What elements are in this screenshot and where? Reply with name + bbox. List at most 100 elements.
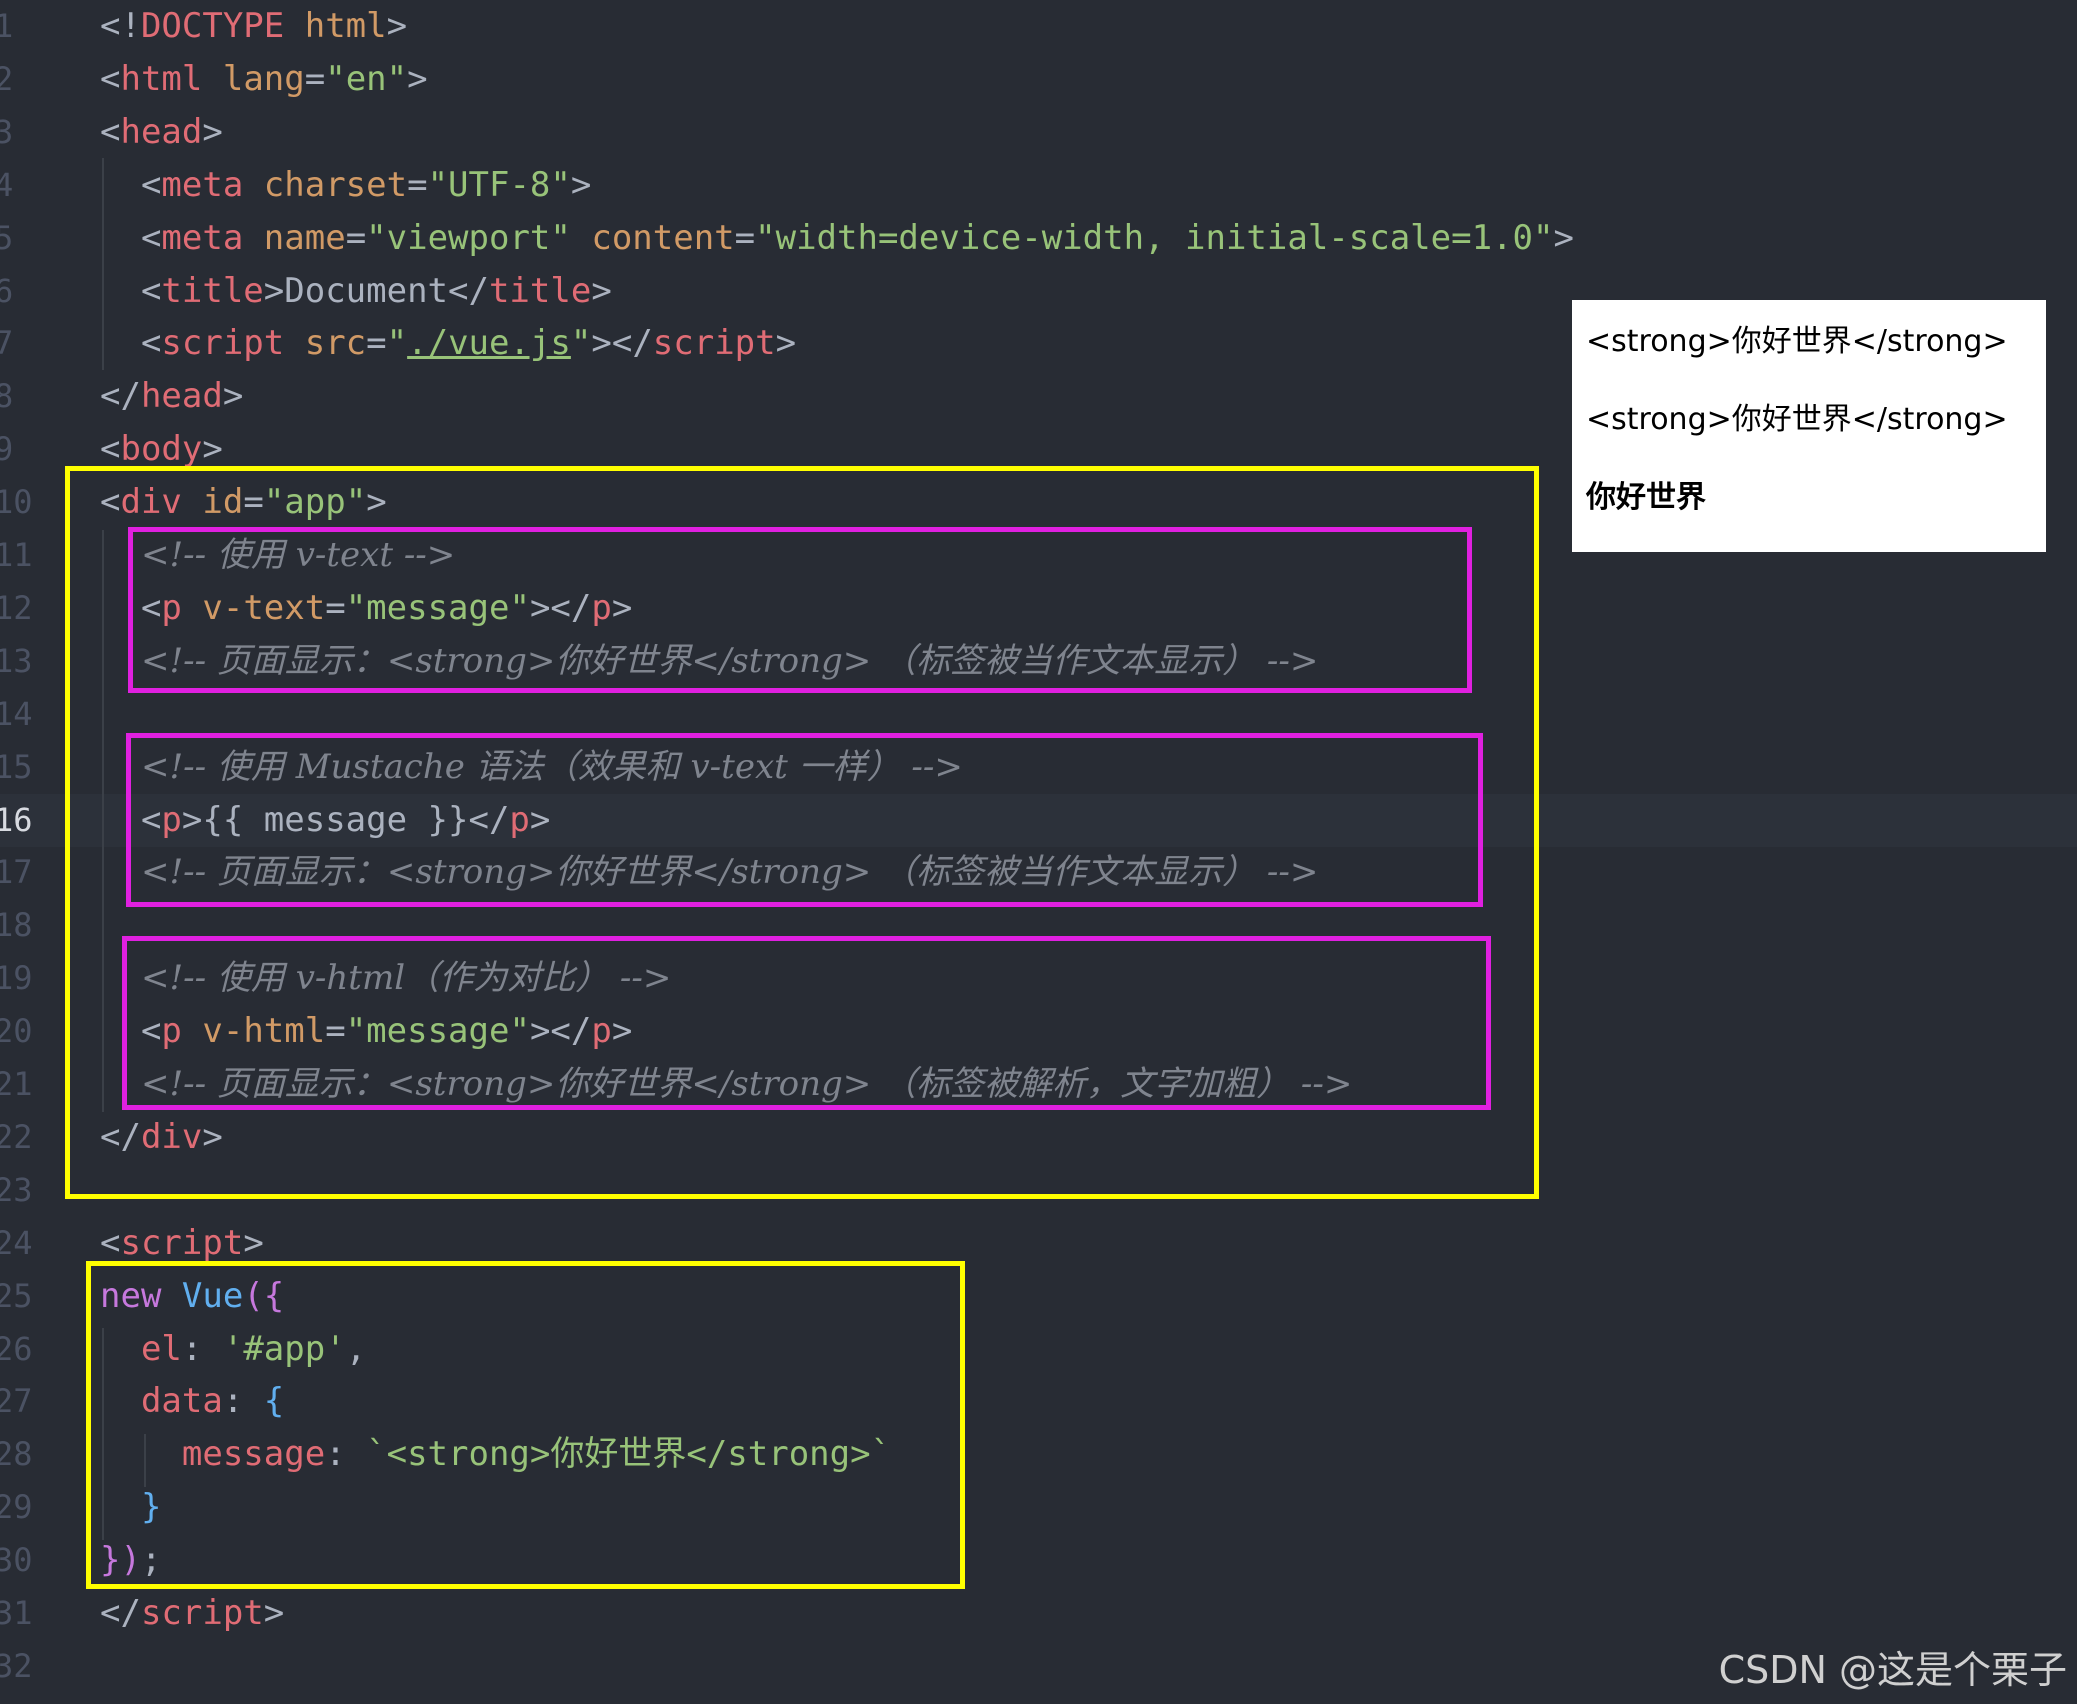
code-line-31[interactable]: 31 </script> (0, 1587, 2077, 1640)
line-number: 17 (0, 853, 33, 892)
code-line-1[interactable]: 1 <!DOCTYPE html> (0, 0, 2077, 53)
code-line-2[interactable]: 2 <html lang="en"> (0, 53, 2077, 106)
line-number: 14 (0, 694, 33, 733)
line-number: 20 (0, 1012, 33, 1051)
code-token: name (263, 217, 346, 258)
line-number: 7 (0, 324, 14, 363)
code-token: title (488, 270, 592, 311)
line-number: 10 (0, 483, 33, 522)
line-number: 31 (0, 1594, 33, 1632)
preview-mustache-output: <strong>你好世界</strong> (1586, 402, 2008, 437)
code-token: title (161, 270, 264, 311)
code-token: "viewport" (366, 217, 571, 258)
code-token: </ (100, 1593, 141, 1633)
code-token: content (591, 217, 735, 258)
code-token: script (120, 1222, 244, 1263)
code-token: = (366, 323, 387, 364)
code-token: ./vue.js (407, 323, 571, 364)
line-number: 5 (0, 218, 14, 257)
code-token: head (120, 111, 203, 152)
highlight-box-v-text (128, 527, 1472, 693)
line-number: 27 (0, 1382, 33, 1421)
code-token: > (775, 323, 797, 364)
code-token: < (100, 217, 162, 258)
code-text: <meta name="viewport" content="width=dev… (100, 212, 1574, 265)
code-token: >Document</ (263, 270, 489, 311)
code-text: <script src="./vue.js"></script> (100, 317, 796, 370)
line-number: 30 (0, 1541, 33, 1580)
code-text: <html lang="en"> (100, 53, 428, 106)
code-text: <title>Document</title> (100, 265, 612, 318)
code-token: < (100, 111, 121, 152)
line-number: 4 (0, 165, 14, 204)
line-number: 26 (0, 1329, 33, 1368)
highlight-box-vue-instance (86, 1261, 965, 1589)
code-line-4[interactable]: 4 <meta charset="UTF-8"> (0, 159, 2077, 212)
code-text: <meta charset="UTF-8"> (100, 159, 591, 212)
highlight-box-v-html (122, 936, 1491, 1110)
code-token: charset (263, 164, 408, 205)
code-token: < (100, 429, 121, 470)
code-token: = (345, 217, 367, 258)
watermark: CSDN @这是个栗子 (1718, 1648, 2067, 1692)
browser-preview-panel: <strong>你好世界</strong> <strong>你好世界</stro… (1572, 300, 2046, 552)
line-number: 23 (0, 1170, 33, 1209)
code-token: > (591, 270, 612, 311)
code-token: = (407, 164, 428, 205)
line-number: 24 (0, 1223, 33, 1262)
code-token: " (570, 323, 592, 364)
code-line-5[interactable]: 5 <meta name="viewport" content="width=d… (0, 212, 2077, 265)
code-token: > (202, 429, 223, 470)
code-token: lang (222, 58, 305, 99)
code-token: <! (100, 6, 141, 46)
line-number: 2 (0, 59, 14, 98)
code-text: <head> (100, 106, 223, 159)
code-token: > (407, 58, 428, 99)
code-token: "en" (325, 58, 408, 99)
line-number: 22 (0, 1117, 33, 1156)
code-token: > (222, 376, 244, 417)
code-token: < (100, 1222, 121, 1263)
preview-v-text-output: <strong>你好世界</strong> (1586, 324, 2008, 359)
code-line-3[interactable]: 3 <head> (0, 106, 2077, 159)
code-token: " (386, 323, 408, 364)
code-text: <!DOCTYPE html> (100, 0, 407, 53)
code-token: DOCTYPE (140, 6, 285, 46)
code-token: script (652, 323, 776, 364)
code-token: head (140, 376, 223, 417)
preview-v-html-output: 你好世界 (1586, 480, 1706, 515)
indent-guide-head (102, 158, 104, 370)
code-token: </ (100, 376, 141, 417)
code-token: > (263, 1593, 285, 1633)
code-token: > (202, 111, 223, 152)
line-number: 18 (0, 906, 33, 945)
line-number: 6 (0, 271, 14, 310)
line-number: 19 (0, 959, 33, 998)
code-token: > (1553, 217, 1574, 258)
line-number: 28 (0, 1435, 33, 1474)
line-number: 21 (0, 1065, 33, 1103)
code-token: < (100, 323, 162, 364)
code-token: = (734, 217, 756, 258)
code-token: "width=device-width, initial-scale=1.0" (755, 217, 1554, 258)
line-number: 29 (0, 1488, 33, 1527)
code-token: = (304, 58, 326, 99)
line-number: 3 (0, 112, 14, 151)
code-token: > (386, 6, 408, 46)
line-number: 8 (0, 377, 14, 416)
code-token: src (304, 323, 367, 364)
line-number: 15 (0, 747, 33, 786)
code-token: < (100, 58, 121, 99)
line-number: 13 (0, 641, 33, 680)
code-token: script (161, 323, 285, 364)
code-token: < (100, 164, 162, 205)
code-token: ></ (591, 323, 653, 364)
code-token: > (570, 164, 592, 205)
line-number: 1 (0, 7, 14, 45)
line-number: 12 (0, 588, 33, 627)
